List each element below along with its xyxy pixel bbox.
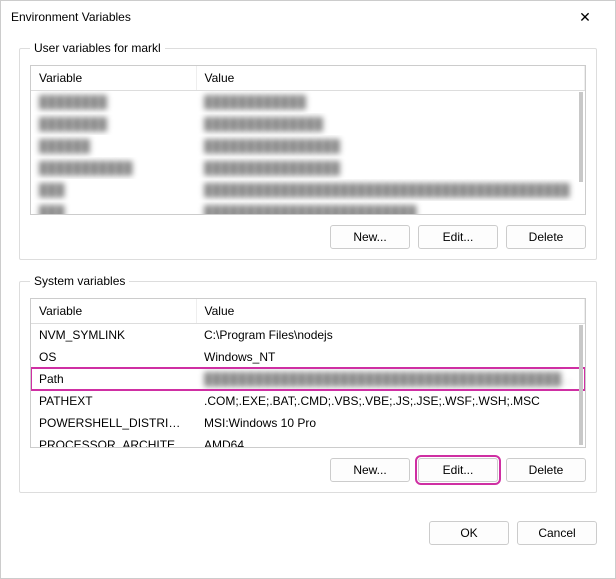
var-name-cell: NVM_SYMLINK: [31, 324, 196, 347]
table-row[interactable]: PATHEXT.COM;.EXE;.BAT;.CMD;.VBS;.VBE;.JS…: [31, 390, 585, 412]
user-new-button[interactable]: New...: [330, 225, 410, 249]
var-value-cell: AMD64: [196, 434, 585, 448]
table-row[interactable]: PROCESSOR_ARCHITECTUREAMD64: [31, 434, 585, 448]
table-row[interactable]: OSWindows_NT: [31, 346, 585, 368]
var-value-cell: █████████████████████████: [196, 201, 585, 215]
table-row[interactable]: ██████████████████████: [31, 113, 585, 135]
table-row[interactable]: ████████████████████████████████████████…: [31, 179, 585, 201]
user-delete-button[interactable]: Delete: [506, 225, 586, 249]
user-variables-group: User variables for markl Variable Value …: [19, 41, 597, 260]
user-scrollbar[interactable]: [579, 92, 583, 182]
var-value-cell: MSI:Windows 10 Pro: [196, 412, 585, 434]
table-row[interactable]: POWERSHELL_DISTRIBUTIO...MSI:Windows 10 …: [31, 412, 585, 434]
user-edit-button[interactable]: Edit...: [418, 225, 498, 249]
table-row[interactable]: ████████████████████: [31, 91, 585, 114]
table-row[interactable]: ██████████████████████: [31, 135, 585, 157]
system-variables-group: System variables Variable Value NVM_SYML…: [19, 274, 597, 493]
system-scrollbar[interactable]: [579, 325, 583, 445]
var-value-cell: .COM;.EXE;.BAT;.CMD;.VBS;.VBE;.JS;.JSE;.…: [196, 390, 585, 412]
var-name-cell: POWERSHELL_DISTRIBUTIO...: [31, 412, 196, 434]
user-vars-table[interactable]: Variable Value █████████████████████████…: [31, 66, 585, 215]
var-value-cell: ████████████████████████████████████████…: [196, 368, 585, 390]
system-col-variable[interactable]: Variable: [31, 299, 196, 324]
var-name-cell: ███: [31, 179, 196, 201]
system-delete-button[interactable]: Delete: [506, 458, 586, 482]
var-value-cell: ██████████████: [196, 113, 585, 135]
system-new-button[interactable]: New...: [330, 458, 410, 482]
var-value-cell: ████████████████████████████████████████…: [196, 179, 585, 201]
var-value-cell: ████████████████: [196, 157, 585, 179]
var-name-cell: PATHEXT: [31, 390, 196, 412]
var-name-cell: ██████: [31, 135, 196, 157]
user-vars-legend: User variables for markl: [30, 41, 165, 55]
table-row[interactable]: ███████████████████████████: [31, 157, 585, 179]
var-value-cell: C:\Program Files\nodejs: [196, 324, 585, 347]
system-vars-table-wrap: Variable Value NVM_SYMLINKC:\Program Fil…: [30, 298, 586, 448]
var-value-cell: Windows_NT: [196, 346, 585, 368]
var-name-cell: PROCESSOR_ARCHITECTURE: [31, 434, 196, 448]
system-col-value[interactable]: Value: [196, 299, 585, 324]
var-name-cell: ███: [31, 201, 196, 215]
system-vars-legend: System variables: [30, 274, 129, 288]
var-name-cell: OS: [31, 346, 196, 368]
system-edit-button[interactable]: Edit...: [418, 458, 498, 482]
window-title: Environment Variables: [11, 10, 565, 24]
table-row[interactable]: Path████████████████████████████████████…: [31, 368, 585, 390]
var-value-cell: ████████████: [196, 91, 585, 114]
user-col-variable[interactable]: Variable: [31, 66, 196, 91]
var-name-cell: ████████: [31, 113, 196, 135]
var-value-cell: ████████████████: [196, 135, 585, 157]
var-name-cell: ███████████: [31, 157, 196, 179]
system-vars-table[interactable]: Variable Value NVM_SYMLINKC:\Program Fil…: [31, 299, 585, 448]
table-row[interactable]: NVM_SYMLINKC:\Program Files\nodejs: [31, 324, 585, 347]
user-col-value[interactable]: Value: [196, 66, 585, 91]
ok-button[interactable]: OK: [429, 521, 509, 545]
table-row[interactable]: ████████████████████████████: [31, 201, 585, 215]
cancel-button[interactable]: Cancel: [517, 521, 597, 545]
var-name-cell: ████████: [31, 91, 196, 114]
user-vars-table-wrap: Variable Value █████████████████████████…: [30, 65, 586, 215]
close-icon[interactable]: ✕: [565, 9, 605, 26]
var-name-cell: Path: [31, 368, 196, 390]
